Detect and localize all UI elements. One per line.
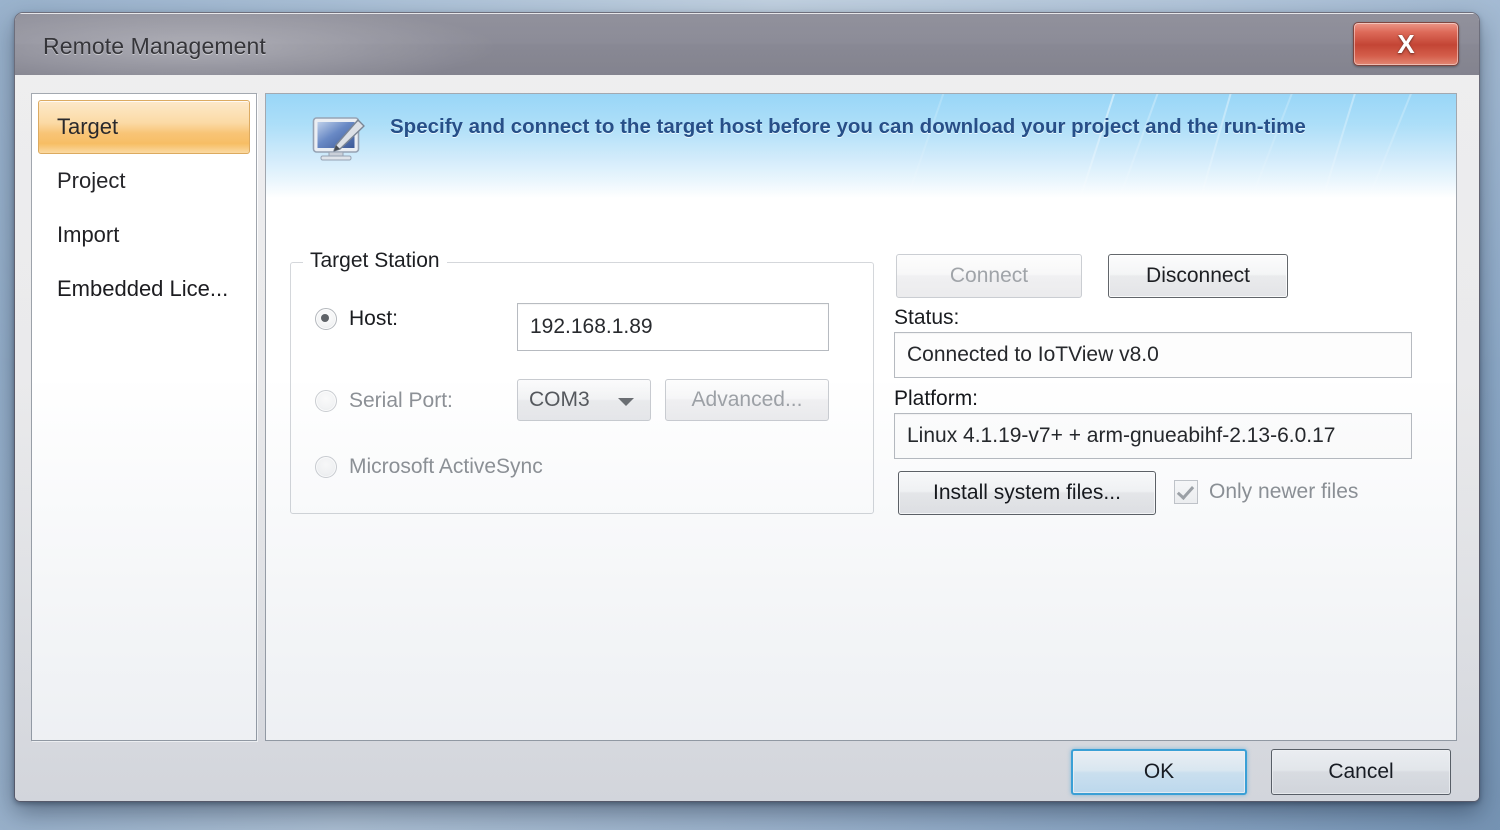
titlebar-glow [15,13,655,75]
close-icon: X [1397,29,1415,59]
banner-ray [1106,94,1173,198]
ok-button[interactable]: OK [1071,749,1247,795]
disconnect-button[interactable]: Disconnect [1108,254,1288,298]
activesync-radio-label: Microsoft ActiveSync [349,455,543,478]
sidebar-item-import[interactable]: Import [38,208,250,262]
monitor-stylus-icon [312,117,365,161]
host-radio-label: Host: [349,307,399,330]
host-input[interactable]: 192.168.1.89 [517,303,829,351]
window-title: Remote Management [43,33,266,59]
only-newer-files-label: Only newer files [1209,480,1359,503]
status-label: Status: [894,306,960,329]
platform-label: Platform: [894,387,979,410]
sidebar-item-embedded-license[interactable]: Embedded Lice... [38,262,250,316]
host-radio[interactable] [315,308,337,330]
serial-port-radio-row[interactable]: Serial Port: [315,389,453,413]
desktop-background: Remote Management X Target Project Impor… [0,0,1500,830]
dialog-footer: OK Cancel [15,741,1479,801]
sidebar-item-project[interactable]: Project [38,154,250,208]
activesync-radio-row[interactable]: Microsoft ActiveSync [315,455,543,479]
cancel-button[interactable]: Cancel [1271,749,1451,795]
host-radio-row[interactable]: Host: [315,307,398,331]
connect-button[interactable]: Connect [896,254,1082,298]
advanced-button[interactable]: Advanced... [665,379,829,421]
remote-management-window: Remote Management X Target Project Impor… [14,12,1480,802]
sidebar-item-label: Embedded Lice... [57,276,229,301]
window-body: Target Project Import Embedded Lice... S… [15,75,1479,801]
banner-ray [1188,94,1243,198]
serial-port-select[interactable]: COM3 [517,379,651,421]
header-banner: Specify and connect to the target host b… [266,94,1456,198]
window-titlebar: Remote Management X [15,13,1479,76]
banner-ray [1310,94,1368,198]
activesync-radio[interactable] [315,456,337,478]
banner-ray [1354,94,1428,198]
sidebar-item-label: Project [57,168,126,193]
only-newer-files-checkbox[interactable] [1174,480,1198,504]
sidebar-list[interactable]: Target Project Import Embedded Lice... [31,93,257,741]
platform-value: Linux 4.1.19-v7+ + arm-gnueabihf-2.13-6.… [894,413,1412,459]
close-button[interactable]: X [1353,22,1459,66]
sidebar-item-label: Target [57,114,119,139]
banner-text: Specify and connect to the target host b… [390,115,1306,138]
serial-port-radio[interactable] [315,390,337,412]
status-value: Connected to IoTView v8.0 [894,332,1412,378]
sidebar-item-target[interactable]: Target [38,100,250,154]
chevron-down-icon [618,398,634,406]
banner-ray [894,94,958,198]
serial-port-radio-label: Serial Port: [349,389,453,412]
banner-ray [1067,94,1128,198]
only-newer-files-row[interactable]: Only newer files [1174,480,1358,504]
banner-ray [1237,94,1308,198]
sidebar-item-label: Import [57,222,120,247]
target-station-group: Target Station Host: 192.168.1.89 Serial… [290,249,874,514]
serial-port-value: COM3 [529,388,590,411]
install-system-files-button[interactable]: Install system files... [898,471,1156,515]
content-panel: Specify and connect to the target host b… [265,93,1457,741]
group-legend: Target Station [303,249,447,273]
